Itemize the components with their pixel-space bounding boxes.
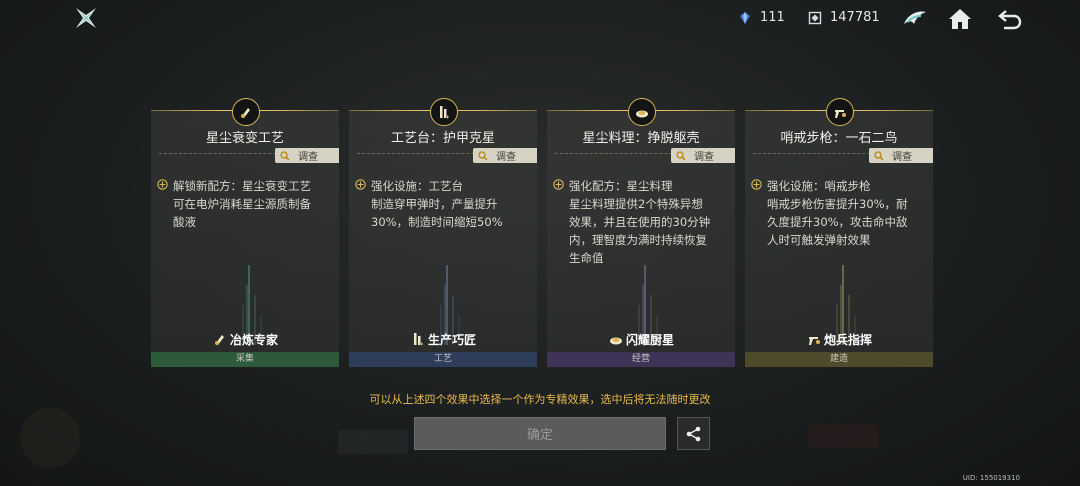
- confirm-button[interactable]: 确定: [414, 417, 666, 450]
- upgrade-bullet-icon: [553, 179, 564, 190]
- uid-label: UID: 155019310: [962, 474, 1020, 482]
- magnifier-icon: [478, 150, 488, 161]
- investigate-label: 调查: [694, 152, 714, 163]
- investigate-button[interactable]: 调查: [473, 148, 537, 163]
- card-description: 强化设施：哨戒步枪哨戒步枪伤害提升30%，耐 久度提升30%，攻击命中敌 人时可触发…: [751, 177, 929, 249]
- description-line: 制造穿甲弹时，产量提升: [371, 197, 498, 211]
- specialization-card[interactable]: 星尘料理：挣脱躯壳 调查 强化配方：星尘料理星尘料理提供2个特殊异想 效果，并且在…: [547, 98, 735, 367]
- crystal-icon: [740, 11, 750, 24]
- description-line: 哨戒步枪伤害提升30%，耐: [767, 197, 908, 211]
- description-line: 可在电炉消耗星尘源质制备: [173, 197, 311, 211]
- wing-icon[interactable]: [902, 6, 928, 32]
- card-category: 经营: [547, 352, 735, 367]
- magnifier-icon: [280, 150, 290, 161]
- background-shape: [338, 430, 408, 454]
- investigate-label: 调查: [892, 152, 912, 163]
- card-role: 冶炼专家: [151, 331, 339, 350]
- card-category: 采集: [151, 352, 339, 367]
- investigate-button[interactable]: 调查: [869, 148, 933, 163]
- description-line: 强化配方：星尘料理: [569, 179, 673, 193]
- role-icon: [806, 331, 822, 350]
- coin-counter: 147781: [808, 10, 880, 25]
- description-line: 星尘料理提供2个特殊异想: [569, 197, 703, 211]
- card-title: 星尘衰变工艺: [205, 131, 284, 146]
- crystal-count: 111: [760, 10, 785, 25]
- description-line: 酸液: [173, 215, 196, 229]
- card-description: 强化设施：工艺台制造穿甲弹时，产量提升 30%，制造时间缩短50%: [355, 177, 533, 231]
- coin-icon: [808, 11, 822, 24]
- role-icon: [212, 331, 228, 350]
- coin-count: 147781: [830, 10, 880, 25]
- share-button[interactable]: [677, 417, 710, 450]
- back-icon[interactable]: [997, 6, 1023, 32]
- role-label: 冶炼专家: [229, 333, 278, 347]
- description-line: 解锁新配方：星尘衰变工艺: [173, 179, 311, 193]
- description-line: 内，理智度为满时持续恢复: [569, 233, 707, 247]
- magnifier-icon: [874, 150, 884, 161]
- share-icon: [686, 426, 700, 441]
- card-category: 工艺: [349, 352, 537, 367]
- upgrade-bullet-icon: [157, 179, 168, 190]
- crystal-counter: 111: [738, 10, 785, 25]
- card-role: 生产巧匠: [349, 331, 537, 350]
- upgrade-bullet-icon: [355, 179, 366, 190]
- logo-icon[interactable]: [74, 6, 98, 30]
- specialization-card[interactable]: 工艺台：护甲克星 调查 强化设施：工艺台制造穿甲弹时，产量提升 30%，制造时间缩…: [349, 98, 537, 367]
- card-category: 建造: [745, 352, 933, 367]
- card-badge-icon: [430, 98, 458, 126]
- description-line: 效果，并且在使用的30分钟: [569, 215, 711, 229]
- upgrade-bullet-icon: [751, 179, 762, 190]
- description-line: 强化设施：哨戒步枪: [767, 179, 871, 193]
- role-label: 生产巧匠: [427, 333, 476, 347]
- top-bar: 111 147781: [0, 0, 1080, 44]
- card-role: 炮兵指挥: [745, 331, 933, 350]
- card-badge-icon: [826, 98, 854, 126]
- card-description: 强化配方：星尘料理星尘料理提供2个特殊异想 效果，并且在使用的30分钟 内，理智度为…: [553, 177, 731, 267]
- card-badge-icon: [232, 98, 260, 126]
- investigate-label: 调查: [298, 152, 318, 163]
- role-label: 炮兵指挥: [823, 333, 872, 347]
- card-description: 解锁新配方：星尘衰变工艺 可在电炉消耗星尘源质制备 酸液: [157, 177, 335, 231]
- specialization-card[interactable]: 星尘衰变工艺 调查 解锁新配方：星尘衰变工艺 可在电炉消耗星尘源质制备 酸液 冶炼专…: [151, 98, 339, 367]
- description-line: 人时可触发弹射效果: [767, 233, 871, 247]
- role-label: 闪耀厨星: [625, 333, 674, 347]
- investigate-button[interactable]: 调查: [275, 148, 339, 163]
- investigate-label: 调查: [496, 152, 516, 163]
- home-icon[interactable]: [947, 6, 973, 32]
- selection-hint: 可以从上述四个效果中选择一个作为专精效果，选中后将无法随时更改: [369, 393, 711, 406]
- investigate-button[interactable]: 调查: [671, 148, 735, 163]
- magnifier-icon: [676, 150, 686, 161]
- description-line: 30%，制造时间缩短50%: [371, 215, 503, 229]
- role-icon: [608, 331, 624, 350]
- card-title: 工艺台：护甲克星: [390, 131, 495, 146]
- card-role: 闪耀厨星: [547, 331, 735, 350]
- specialization-card[interactable]: 哨戒步枪：一石二鸟 调查 强化设施：哨戒步枪哨戒步枪伤害提升30%，耐 久度提升3…: [745, 98, 933, 367]
- card-title: 星尘料理：挣脱躯壳: [582, 131, 700, 146]
- background-shape: [808, 424, 878, 448]
- background-shape: [20, 408, 80, 468]
- card-badge-icon: [628, 98, 656, 126]
- description-line: 强化设施：工艺台: [371, 179, 463, 193]
- role-icon: [410, 331, 426, 350]
- description-line: 久度提升30%，攻击命中敌: [767, 215, 908, 229]
- card-title: 哨戒步枪：一石二鸟: [780, 131, 898, 146]
